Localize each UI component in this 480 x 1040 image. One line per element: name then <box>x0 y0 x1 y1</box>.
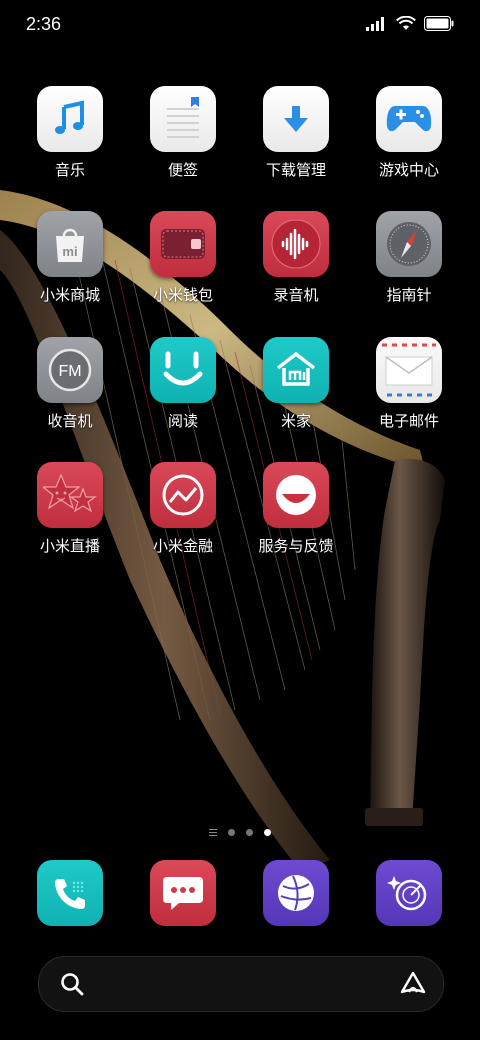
browser-globe-icon <box>278 875 314 911</box>
app-label: 服务与反馈 <box>258 537 334 555</box>
dock-security[interactable] <box>376 860 442 926</box>
fm-radio-icon: FM <box>37 337 103 403</box>
mi-home-icon <box>263 337 329 403</box>
dock-browser[interactable] <box>263 860 329 926</box>
app-label: 便签 <box>167 161 198 179</box>
app-mi-home[interactable]: 米家 <box>246 337 346 431</box>
svg-text:mi: mi <box>62 244 77 259</box>
svg-text:FM: FM <box>58 363 81 380</box>
wifi-icon <box>396 16 416 30</box>
app-label: 小米商城 <box>39 286 100 304</box>
app-radio[interactable]: FM 收音机 <box>20 337 120 431</box>
assistant-icon[interactable] <box>399 970 427 998</box>
app-label: 阅读 <box>167 412 198 430</box>
phone-icon <box>55 879 85 909</box>
app-mi-finance[interactable]: 小米金融 <box>133 462 233 556</box>
finance-chart-icon <box>150 462 216 528</box>
page-indicator[interactable] <box>0 829 480 836</box>
notes-icon <box>150 86 216 152</box>
music-note-icon <box>37 86 103 152</box>
dock-messages[interactable] <box>150 860 216 926</box>
app-label: 游戏中心 <box>378 161 439 179</box>
envelope-icon <box>376 337 442 403</box>
app-label: 指南针 <box>386 286 432 304</box>
app-label: 录音机 <box>273 286 319 304</box>
app-label: 米家 <box>280 412 311 430</box>
download-icon <box>263 86 329 152</box>
reading-smile-icon <box>150 337 216 403</box>
menu-lines-icon <box>209 829 217 836</box>
stars-face-icon <box>37 462 103 528</box>
search-icon <box>61 973 84 996</box>
app-notes[interactable]: 便签 <box>133 86 233 180</box>
app-label: 下载管理 <box>265 161 326 179</box>
app-mi-store[interactable]: mi 小米商城 <box>20 211 120 305</box>
battery-icon <box>424 16 454 31</box>
app-label: 小米钱包 <box>152 286 213 304</box>
compass-icon <box>376 211 442 277</box>
smile-feedback-icon <box>263 462 329 528</box>
status-bar: 2:36 <box>0 0 480 52</box>
app-label: 电子邮件 <box>378 412 439 430</box>
status-icons <box>366 16 454 31</box>
app-service-feedback[interactable]: 服务与反馈 <box>246 462 346 556</box>
shopping-bag-icon: mi <box>37 211 103 277</box>
app-game-center[interactable]: 游戏中心 <box>359 86 459 180</box>
app-mi-live[interactable]: 小米直播 <box>20 462 120 556</box>
app-music[interactable]: 音乐 <box>20 86 120 180</box>
app-download-manager[interactable]: 下载管理 <box>246 86 346 180</box>
app-label: 小米金融 <box>152 537 213 555</box>
app-compass[interactable]: 指南针 <box>359 211 459 305</box>
app-mi-wallet[interactable]: 小米钱包 <box>133 211 233 305</box>
page-dot-active <box>264 829 271 836</box>
app-recorder[interactable]: 录音机 <box>246 211 346 305</box>
page-dot <box>246 829 253 836</box>
search-bar[interactable] <box>38 956 444 1012</box>
waveform-icon <box>263 211 329 277</box>
app-label: 音乐 <box>54 161 85 179</box>
status-time: 2:36 <box>26 14 62 34</box>
app-label: 小米直播 <box>39 537 100 555</box>
app-reading[interactable]: 阅读 <box>133 337 233 431</box>
message-bubble-icon <box>163 877 203 910</box>
app-label: 收音机 <box>47 412 93 430</box>
app-email[interactable]: 电子邮件 <box>359 337 459 431</box>
dock-phone[interactable] <box>37 860 103 926</box>
gamepad-icon <box>376 86 442 152</box>
security-scan-icon <box>387 876 427 911</box>
page-dot <box>228 829 235 836</box>
wallet-icon <box>150 211 216 277</box>
signal-icon <box>366 16 384 31</box>
